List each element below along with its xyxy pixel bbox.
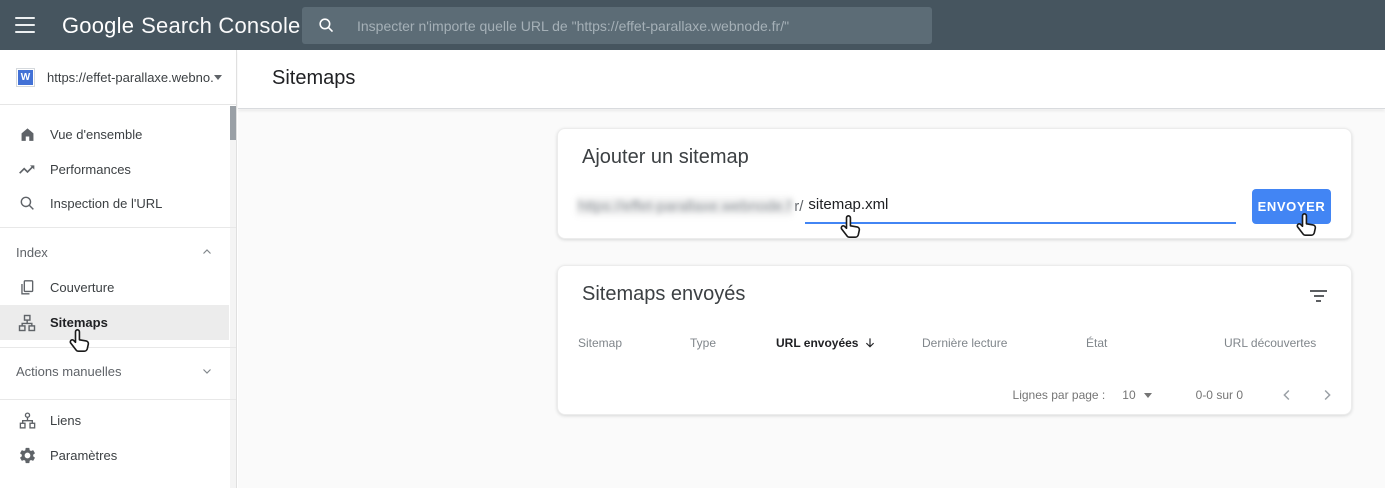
sidebar-item-label: Couverture: [50, 280, 114, 295]
sidebar-divider: [0, 347, 236, 348]
site-url-prefix: r/: [794, 198, 803, 215]
column-header-urls-submitted[interactable]: URL envoyées: [776, 336, 877, 350]
section-label: Actions manuelles: [16, 364, 201, 379]
sidebar-item-label: Paramètres: [50, 448, 117, 463]
menu-icon[interactable]: [15, 17, 35, 33]
sidebar-item-label: Sitemaps: [50, 315, 108, 330]
sidebar-item-label: Vue d'ensemble: [50, 127, 142, 142]
links-hub-icon: [17, 411, 37, 431]
main-content: Ajouter un sitemap https://effet-paralla…: [238, 110, 1385, 488]
sidebar-item-coverage[interactable]: Couverture: [0, 270, 229, 305]
submitted-sitemaps-title: Sitemaps envoyés: [582, 283, 745, 306]
sidebar-scrollbar-track[interactable]: [230, 106, 236, 488]
pages-copy-icon: [17, 278, 37, 298]
sitemap-url-input[interactable]: sitemap.xml: [805, 188, 1236, 224]
sidebar-section-manual-actions[interactable]: Actions manuelles: [0, 354, 229, 388]
table-pagination: Lignes par page : 10 0-0 sur 0: [558, 382, 1337, 408]
rows-per-page-value[interactable]: 10: [1122, 388, 1135, 402]
rows-per-page-label: Lignes par page :: [1013, 388, 1106, 402]
sidebar-item-overview[interactable]: Vue d'ensemble: [0, 117, 229, 152]
search-placeholder: Inspecter n'importe quelle URL de "https…: [357, 18, 789, 34]
column-header-last-read[interactable]: Dernière lecture: [922, 336, 1007, 350]
sitemap-url-value: sitemap.xml: [808, 196, 888, 213]
sidebar-item-url-inspection[interactable]: Inspection de l'URL: [0, 186, 229, 221]
gear-icon: [17, 446, 37, 466]
sitemaps-table-header: Sitemap Type URL envoyées Dernière lectu…: [558, 336, 1351, 358]
column-header-sitemap[interactable]: Sitemap: [578, 336, 622, 350]
sidebar-item-sitemaps[interactable]: Sitemaps: [0, 305, 229, 340]
filter-icon[interactable]: [1310, 290, 1327, 302]
chevron-up-icon: [201, 246, 213, 258]
sidebar-item-performance[interactable]: Performances: [0, 152, 229, 187]
search-icon: [317, 16, 336, 35]
sidebar-section-index[interactable]: Index: [0, 235, 229, 269]
sidebar-item-settings[interactable]: Paramètres: [0, 438, 229, 473]
site-favicon: W: [16, 68, 35, 87]
property-url-label: https://effet-parallaxe.webno...: [47, 70, 214, 85]
next-page-button[interactable]: [1317, 385, 1337, 405]
sidebar-item-label: Liens: [50, 413, 81, 428]
sidebar-item-links[interactable]: Liens: [0, 403, 229, 438]
column-header-urls-discovered[interactable]: URL découvertes: [1224, 336, 1316, 350]
sidebar-item-label: Performances: [50, 162, 131, 177]
previous-page-button[interactable]: [1277, 385, 1297, 405]
sort-down-icon: [863, 336, 877, 350]
home-icon: [17, 125, 37, 145]
pagination-range: 0-0 sur 0: [1196, 388, 1243, 402]
magnifier-icon: [17, 194, 37, 214]
logo-product: Search Console: [141, 13, 300, 38]
topbar: Google Search Console Inspecter n'importe…: [0, 0, 1385, 50]
sidebar: W https://effet-parallaxe.webno... Vue d…: [0, 50, 237, 488]
url-inspection-searchbar[interactable]: Inspecter n'importe quelle URL de "https…: [302, 7, 932, 44]
chevron-down-icon: [214, 75, 222, 80]
app-logo[interactable]: Google Search Console: [62, 13, 301, 39]
sitemap-input-row: https://effet-parallaxe.webnode.f r/ sit…: [576, 186, 1331, 226]
sidebar-scrollbar-thumb[interactable]: [230, 106, 236, 140]
page-title: Sitemaps: [272, 67, 355, 90]
property-selector[interactable]: W https://effet-parallaxe.webno...: [0, 50, 236, 105]
logo-google: Google: [62, 13, 134, 38]
chevron-right-icon: [1318, 386, 1336, 404]
column-header-status[interactable]: État: [1086, 336, 1107, 350]
rows-per-page-dropdown-caret[interactable]: [1144, 393, 1152, 398]
chevron-left-icon: [1278, 386, 1296, 404]
submitted-sitemaps-card: Sitemaps envoyés Sitemap Type URL envoyé…: [557, 265, 1352, 415]
site-url-prefix-blurred: https://effet-parallaxe.webnode.f: [576, 197, 793, 216]
submit-sitemap-button[interactable]: ENVOYER: [1252, 189, 1331, 224]
section-label: Index: [16, 245, 201, 260]
chevron-down-icon: [201, 365, 213, 377]
column-header-type[interactable]: Type: [690, 336, 716, 350]
sidebar-divider: [0, 399, 236, 400]
sidebar-item-label: Inspection de l'URL: [50, 196, 162, 211]
page-header: Sitemaps: [238, 50, 1385, 109]
sitemap-tree-icon: [17, 313, 37, 333]
add-sitemap-card: Ajouter un sitemap https://effet-paralla…: [557, 128, 1352, 239]
trending-up-icon: [17, 160, 37, 180]
sidebar-divider: [0, 227, 236, 228]
add-sitemap-title: Ajouter un sitemap: [582, 146, 749, 169]
